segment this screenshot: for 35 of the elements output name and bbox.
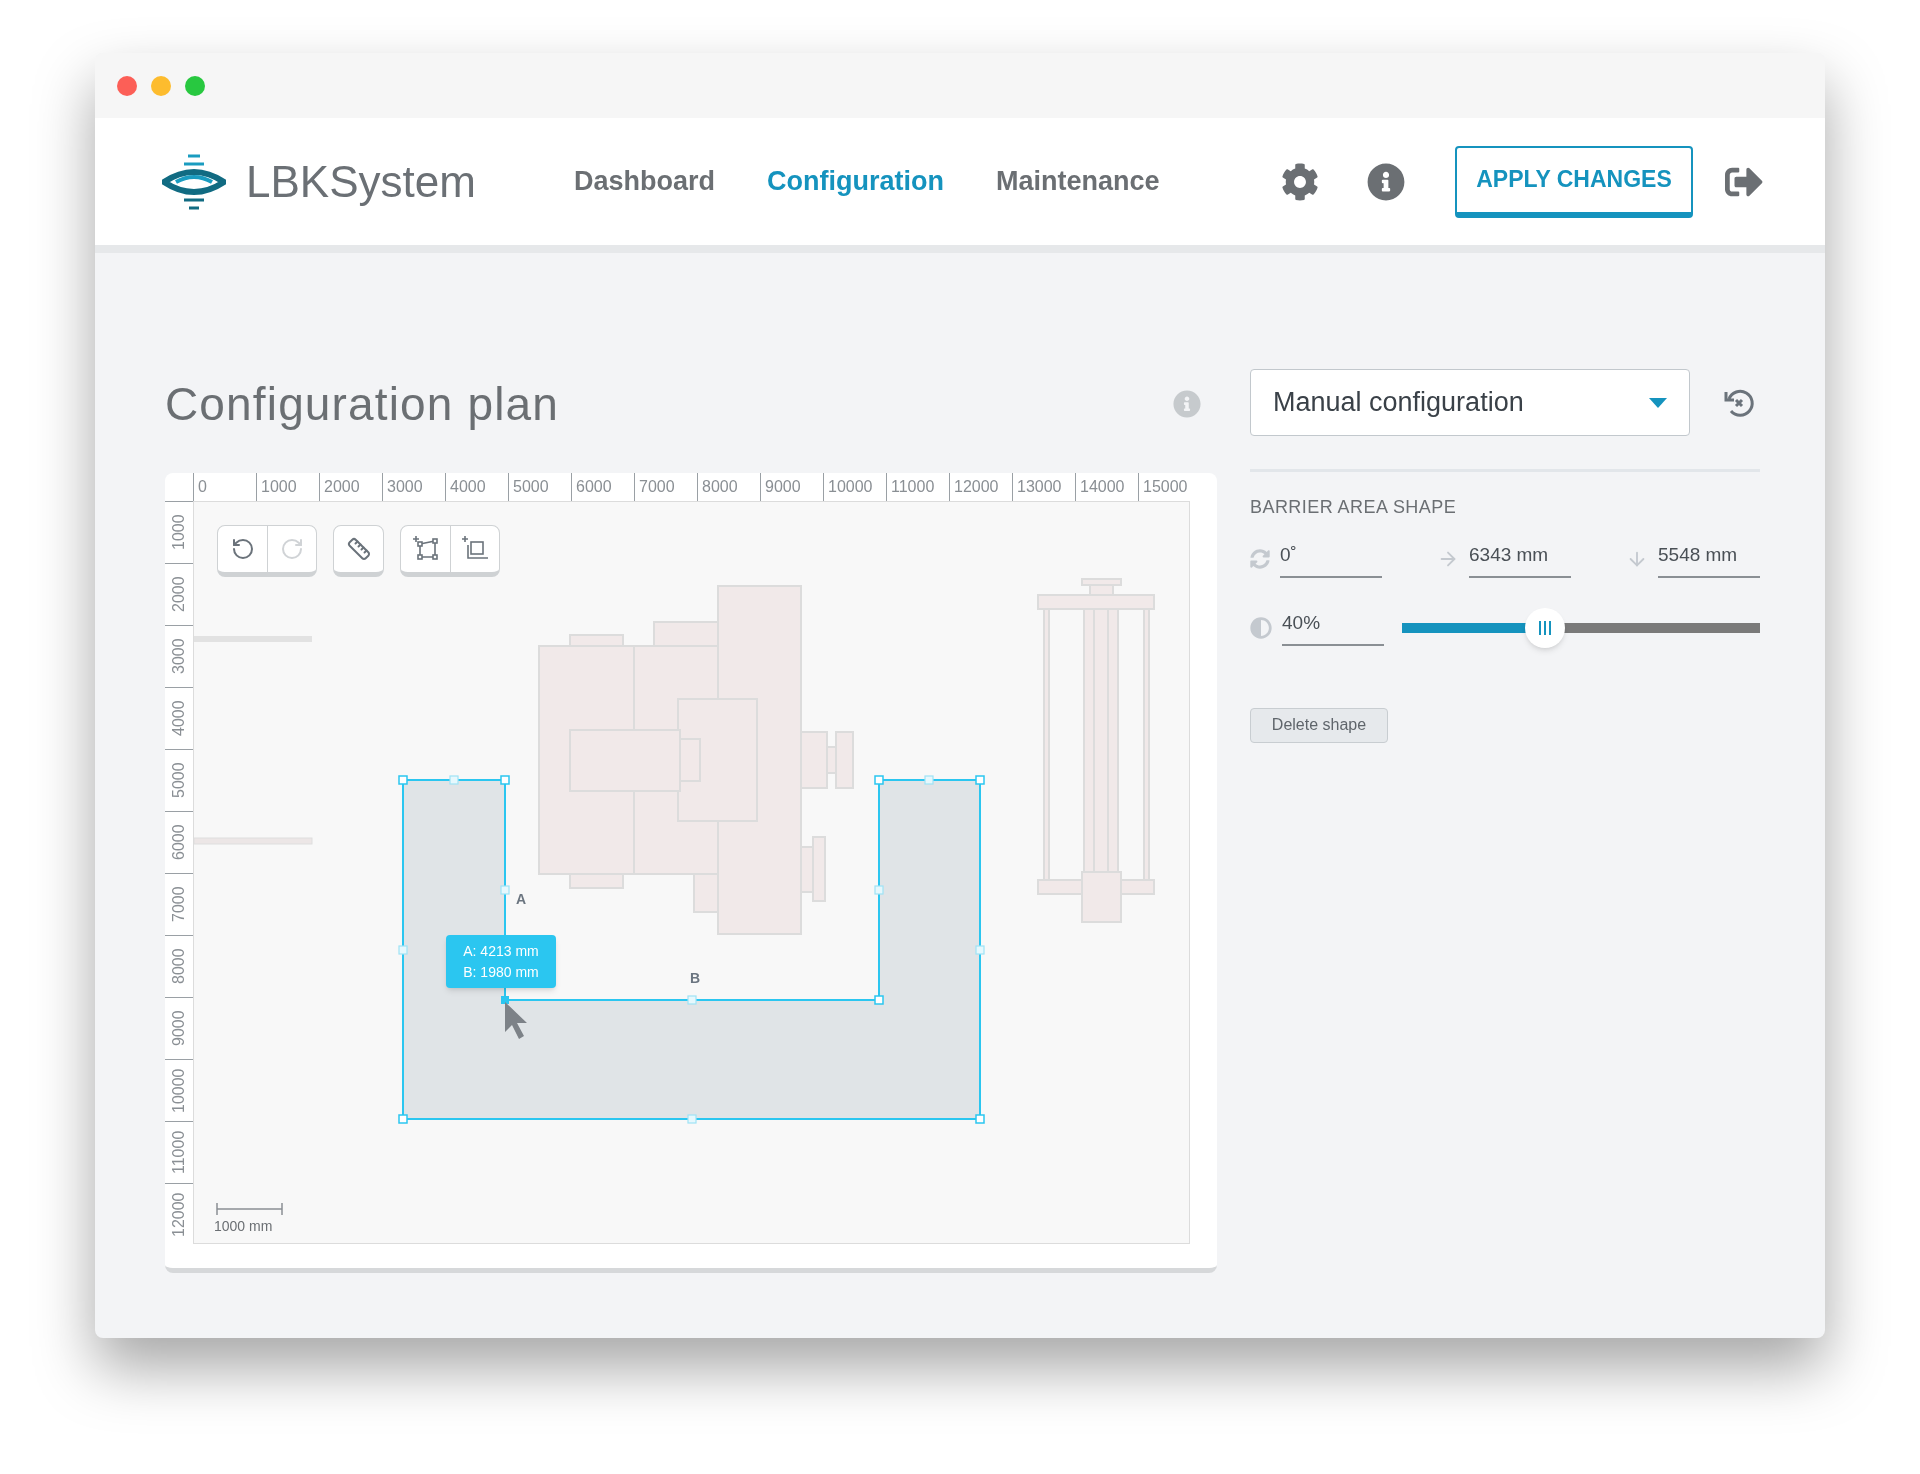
scale-label: 1000 mm	[214, 1217, 273, 1236]
tooltip-text: B: 1980 mm	[463, 962, 539, 982]
edge-label: A	[516, 890, 527, 909]
opacity-slider[interactable]	[1402, 607, 1760, 648]
mode-dropdown[interactable]: Manual configuration	[1250, 369, 1690, 436]
ruler-icon	[346, 537, 371, 561]
slider-thumb[interactable]	[1525, 607, 1566, 648]
edge-label: B	[690, 969, 701, 988]
caret-icon	[1649, 397, 1667, 408]
nav-link[interactable]: Maintenance	[996, 161, 1160, 202]
scale-bar	[216, 1202, 283, 1216]
opacity-icon	[1250, 616, 1272, 639]
info-icon[interactable]	[1367, 162, 1405, 201]
redo-icon	[280, 537, 304, 561]
rotate-icon	[1250, 549, 1270, 570]
grip-icon	[1539, 620, 1552, 635]
barrier-area-shape[interactable]	[398, 775, 985, 1124]
nav-link[interactable]: Configuration	[767, 161, 944, 202]
value-field[interactable]: 6343 mm	[1469, 541, 1571, 578]
section-title: BARRIER AREA SHAPE	[1250, 496, 1458, 519]
add-polygon-icon	[411, 535, 440, 563]
settings-icon[interactable]	[1281, 162, 1319, 201]
opacity-field[interactable]: 40%	[1282, 609, 1384, 646]
nav-link[interactable]: Dashboard	[574, 161, 716, 202]
value-field[interactable]: 0˚	[1280, 541, 1382, 578]
close-window-button[interactable]	[117, 75, 137, 96]
app-logo-text: LBKSystem	[246, 159, 476, 204]
mouse-cursor-icon	[505, 1002, 527, 1039]
value-field[interactable]: 5548 mm	[1658, 541, 1760, 578]
undo-icon	[230, 537, 255, 561]
apply-changes-button[interactable]: APPLY CHANGES	[1455, 145, 1693, 218]
delete-shape-button[interactable]: Delete shape	[1250, 707, 1388, 743]
maximize-window-button[interactable]	[185, 75, 205, 96]
page-title: Configuration plan	[165, 376, 560, 432]
tooltip-text: A: 4213 mm	[463, 941, 539, 961]
